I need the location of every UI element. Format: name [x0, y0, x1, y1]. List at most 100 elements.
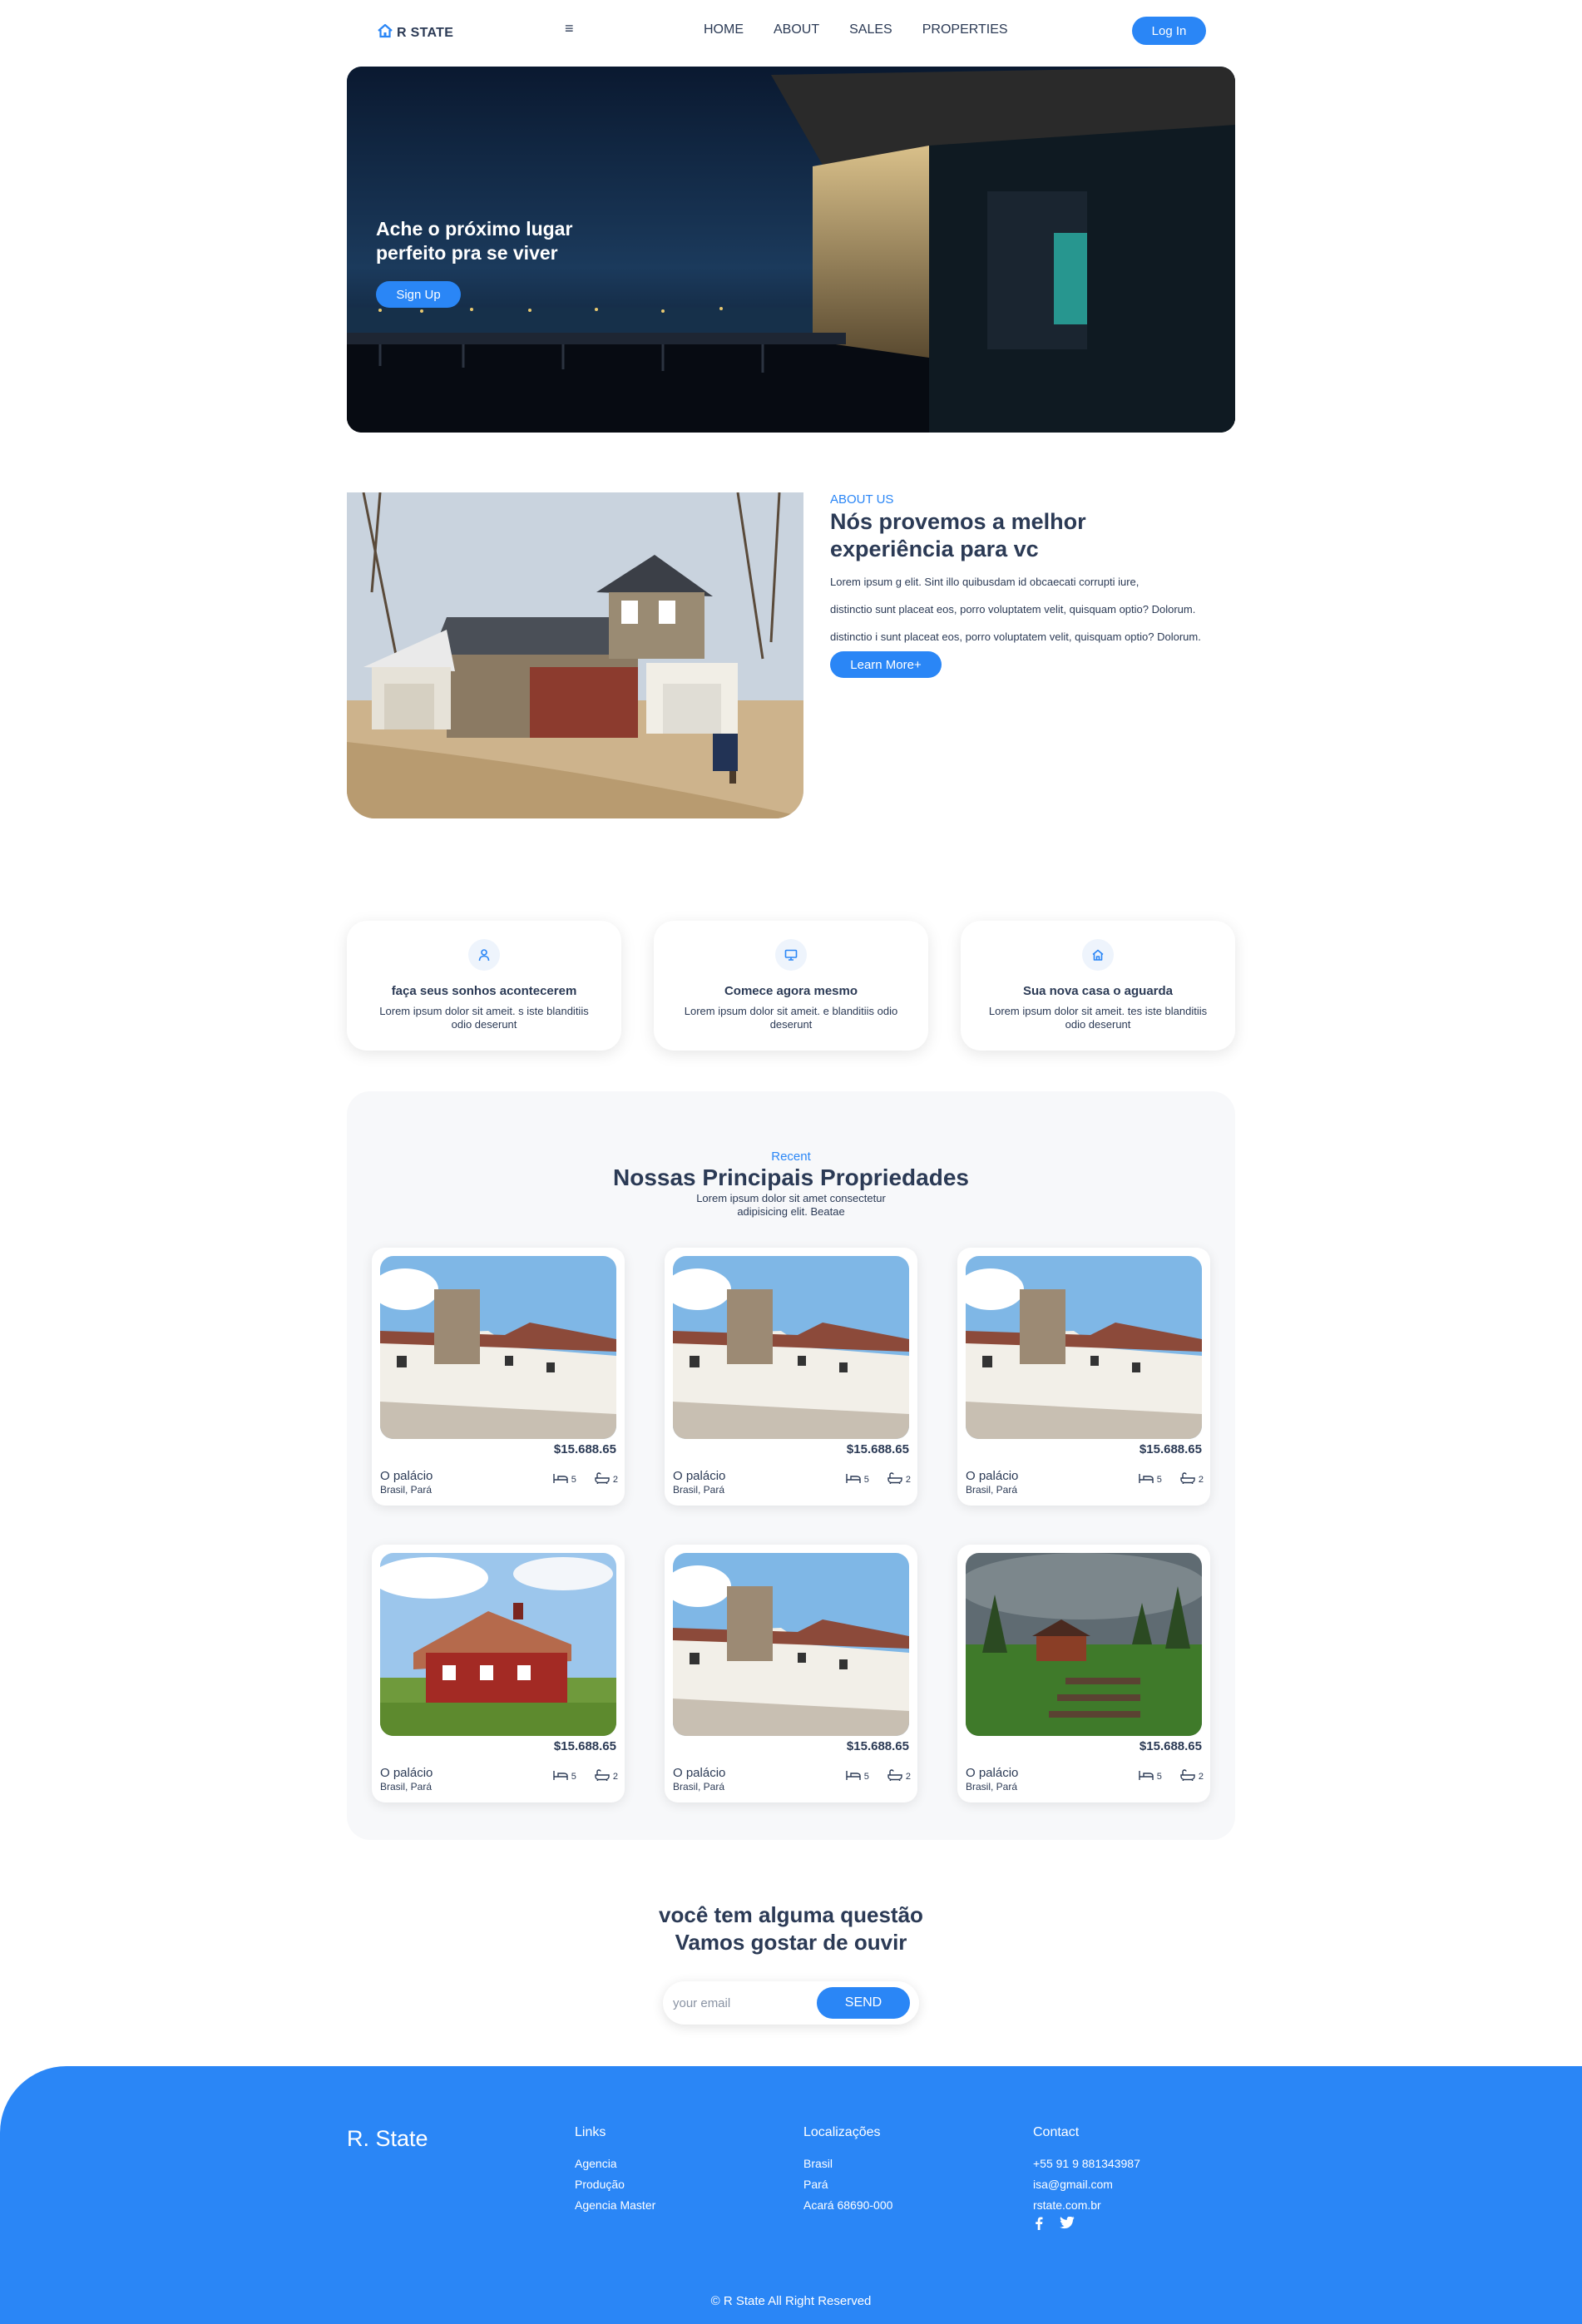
property-card[interactable]: $15.688.65 O palácio Brasil, Pará 5 2 [665, 1248, 917, 1506]
footer-column-links: Links Agencia Produção Agencia Master [575, 2125, 655, 2216]
property-location: Brasil, Pará [673, 1484, 725, 1496]
footer-location: Acará 68690-000 [803, 2198, 893, 2212]
nav-link-sales[interactable]: SALES [849, 22, 892, 37]
logo[interactable]: R STATE [377, 23, 453, 42]
nav-link-properties[interactable]: PROPERTIES [922, 22, 1008, 37]
bed-count: 5 [571, 1771, 576, 1782]
property-image-lodge-meadow [966, 1553, 1202, 1736]
about-house-image [347, 492, 803, 818]
properties-title: Nossas Principais Propriedades [613, 1164, 969, 1190]
property-location: Brasil, Pará [966, 1484, 1018, 1496]
bath-icon [595, 1769, 610, 1783]
signup-button[interactable]: Sign Up [376, 281, 461, 308]
property-price: $15.688.65 [846, 1739, 909, 1753]
nav-link-about[interactable]: ABOUT [774, 22, 819, 37]
footer-column-title: Localizações [803, 2125, 881, 2139]
feature-card: Comece agora mesmo Lorem ipsum dolor sit… [654, 921, 928, 1051]
footer-website[interactable]: rstate.com.br [1033, 2195, 1140, 2216]
footer-column-contact: Contact +55 91 9 881343987 isa@gmail.com… [1033, 2125, 1140, 2216]
about-paragraph: Lorem ipsum g elit. Sint illo quibusdam … [830, 576, 1140, 588]
property-name: O palácio [673, 1469, 726, 1483]
footer-brand: R. State [347, 2126, 428, 2151]
feature-description: Lorem ipsum dolor sit ameit. s iste blan… [379, 1005, 589, 1031]
property-card[interactable]: $15.688.65 O palácio Brasil, Pará 5 2 [957, 1545, 1210, 1802]
bath-count: 2 [1198, 1771, 1204, 1782]
footer-email[interactable]: isa@gmail.com [1033, 2174, 1140, 2195]
about-paragraph: distinctio sunt placeat eos, porro volup… [830, 603, 1196, 616]
send-button[interactable]: SEND [817, 1987, 910, 2019]
feature-title: Comece agora mesmo [724, 984, 858, 998]
feature-card: Sua nova casa o aguarda Lorem ipsum dolo… [961, 921, 1235, 1051]
property-image-stone-house [673, 1256, 909, 1439]
bath-icon [887, 1472, 902, 1486]
bed-count: 5 [571, 1474, 576, 1485]
property-features: 5 2 [846, 1769, 911, 1783]
property-price: $15.688.65 [553, 1442, 616, 1456]
property-name: O palácio [673, 1766, 726, 1780]
bath-count: 2 [905, 1474, 911, 1485]
property-features: 5 2 [553, 1472, 618, 1486]
property-image-red-barn-house [380, 1553, 616, 1736]
properties-subtitle: Lorem ipsum dolor sit amet consectetur a… [0, 1192, 1582, 1219]
property-features: 5 2 [846, 1472, 911, 1486]
footer-phone[interactable]: +55 91 9 881343987 [1033, 2153, 1140, 2174]
property-card[interactable]: $15.688.65 O palácio Brasil, Pará 5 2 [372, 1248, 625, 1506]
property-image-stone-house [380, 1256, 616, 1439]
newsletter-form: SEND [663, 1981, 919, 2025]
twitter-icon[interactable] [1060, 2216, 1075, 2234]
learn-more-button[interactable]: Learn More+ [830, 651, 942, 678]
bath-count: 2 [905, 1771, 911, 1782]
bath-icon [595, 1472, 610, 1486]
facebook-icon[interactable] [1035, 2217, 1043, 2234]
footer-link[interactable]: Agencia [575, 2153, 655, 2174]
property-name: O palácio [966, 1469, 1019, 1483]
email-input[interactable] [673, 1990, 814, 2016]
home-icon [1082, 939, 1114, 971]
bath-icon [1180, 1769, 1195, 1783]
home-logo-icon [377, 23, 393, 42]
footer-link[interactable]: Produção [575, 2174, 655, 2195]
footer-column-locations: Localizações Brasil Pará Acará 68690-000 [803, 2125, 892, 2216]
bed-icon [846, 1769, 861, 1783]
nav-link-home[interactable]: HOME [704, 22, 744, 37]
property-features: 5 2 [1139, 1472, 1204, 1486]
properties-kicker: Recent [771, 1150, 811, 1164]
bed-icon [1139, 1472, 1154, 1486]
footer-column-title: Contact [1033, 2125, 1080, 2139]
footer [0, 2066, 1582, 2324]
contact-title: você tem alguma questão Vamos gostar de … [0, 1901, 1582, 1956]
bed-icon [846, 1472, 861, 1486]
property-location: Brasil, Pará [673, 1781, 725, 1792]
feature-description: Lorem ipsum dolor sit ameit. e blanditii… [684, 1005, 898, 1031]
bed-count: 5 [1156, 1474, 1162, 1485]
property-card[interactable]: $15.688.65 O palácio Brasil, Pará 5 2 [957, 1248, 1210, 1506]
bed-icon [553, 1472, 568, 1486]
footer-location: Brasil [803, 2157, 833, 2170]
hamburger-icon[interactable]: ≡ [565, 20, 574, 37]
social-links [1035, 2216, 1075, 2234]
footer-location: Pará [803, 2178, 828, 2191]
property-name: O palácio [380, 1469, 433, 1483]
user-icon [468, 939, 500, 971]
main-nav: HOME ABOUT SALES PROPERTIES [704, 22, 1008, 37]
property-card[interactable]: $15.688.65 O palácio Brasil, Pará 5 2 [665, 1545, 917, 1802]
property-price: $15.688.65 [846, 1442, 909, 1456]
feature-title: Sua nova casa o aguarda [1022, 984, 1174, 998]
property-card[interactable]: $15.688.65 O palácio Brasil, Pará 5 2 [372, 1545, 625, 1802]
bed-count: 5 [1156, 1771, 1162, 1782]
monitor-icon [775, 939, 807, 971]
property-location: Brasil, Pará [966, 1781, 1018, 1792]
property-image-stone-house [673, 1553, 909, 1736]
bath-count: 2 [612, 1771, 618, 1782]
footer-link[interactable]: Agencia Master [575, 2195, 655, 2216]
property-features: 5 2 [1139, 1769, 1204, 1783]
logo-text: R STATE [397, 25, 454, 40]
hero-title: Ache o próximo lugar perfeito pra se viv… [376, 218, 573, 264]
copyright: © R State All Right Reserved [710, 2294, 872, 2308]
bath-count: 2 [1198, 1474, 1204, 1485]
properties-subtitle-line: adipisicing elit. Beatae [737, 1205, 845, 1218]
property-price: $15.688.65 [1139, 1442, 1202, 1456]
bed-icon [1139, 1769, 1154, 1783]
bed-icon [553, 1769, 568, 1783]
login-button[interactable]: Log In [1132, 17, 1206, 45]
